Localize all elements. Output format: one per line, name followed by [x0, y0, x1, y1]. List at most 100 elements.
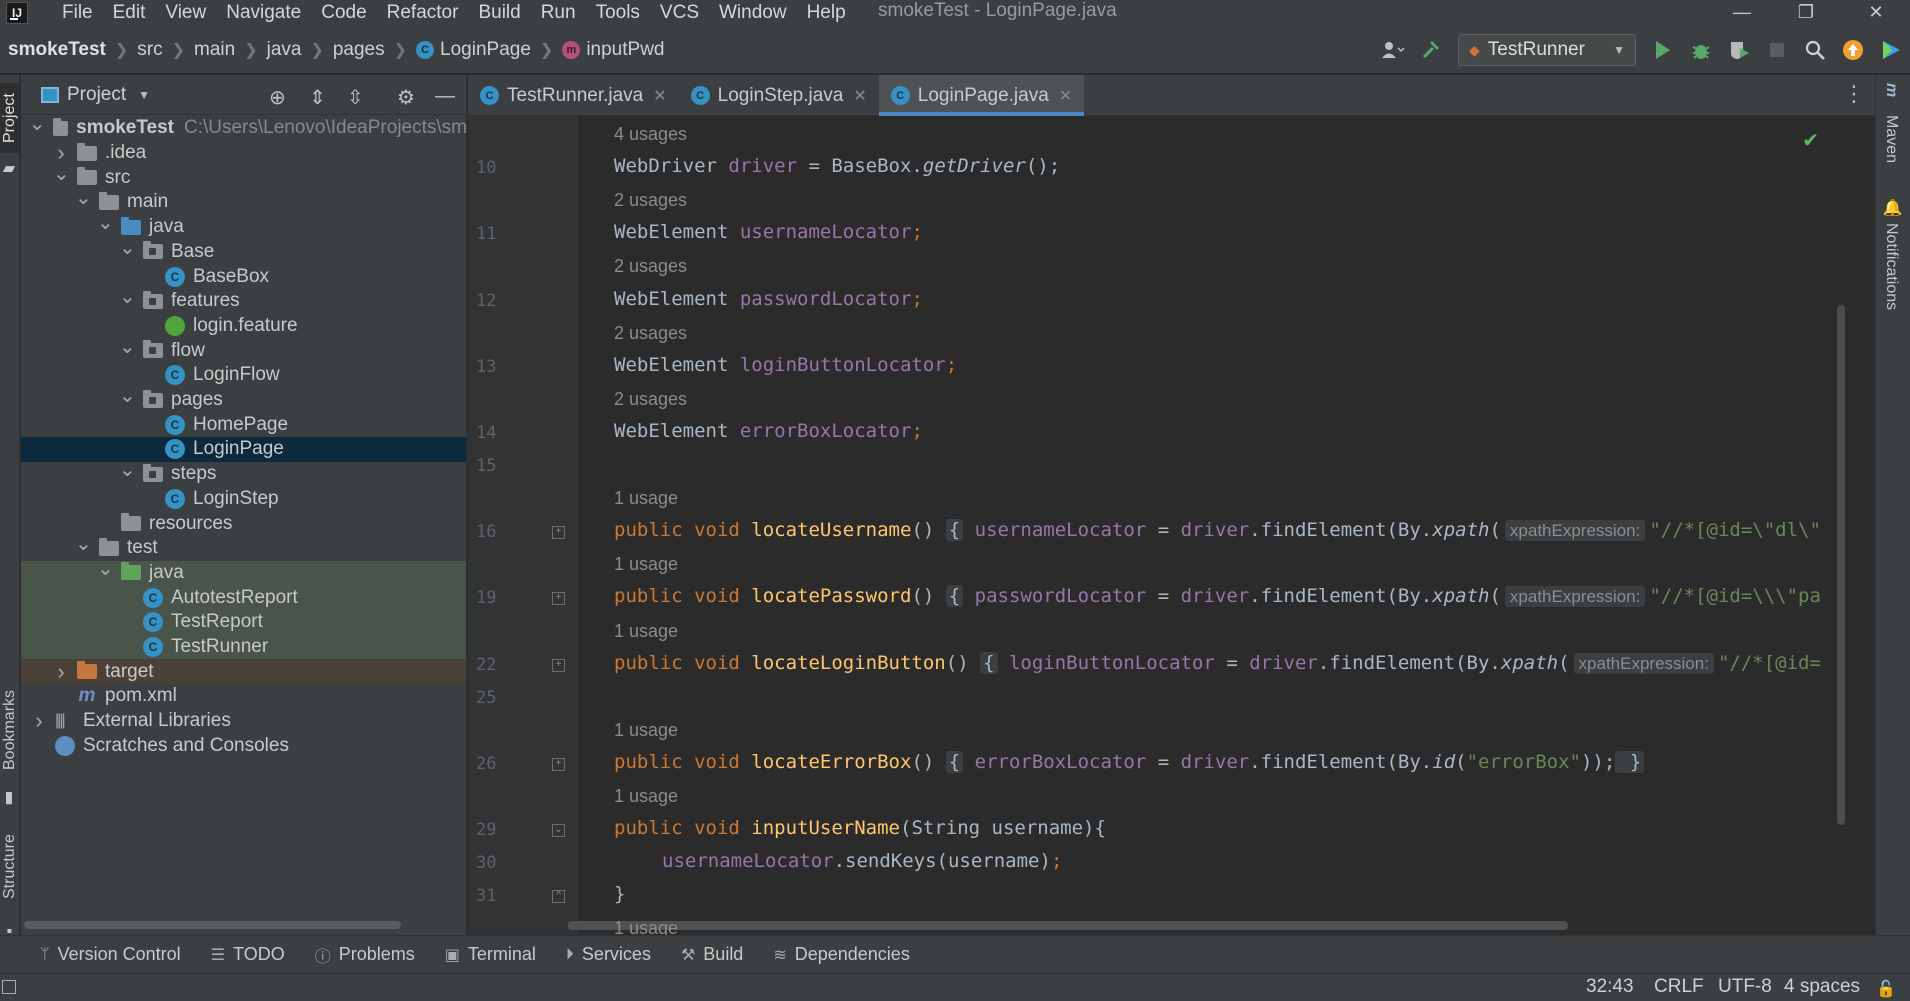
restore-button[interactable]: ❐ [1786, 0, 1826, 26]
search-icon[interactable] [1801, 36, 1829, 64]
hide-panel-icon[interactable]: — [435, 85, 455, 108]
bottom-tool-services[interactable]: ⏵ Services [566, 944, 651, 965]
tree-item-features[interactable]: ⌄ features [21, 287, 466, 314]
menu-window[interactable]: Window [719, 2, 787, 24]
debug-icon[interactable] [1687, 36, 1715, 64]
tree-item-smoketest[interactable]: ⌄ smokeTest C:\Users\Lenovo\IdeaProjects\s… [21, 114, 466, 141]
lock-icon[interactable]: 🔓 [1876, 979, 1896, 999]
no-problems-check-icon[interactable]: ✔ [1802, 128, 1819, 153]
fold-expand-icon[interactable]: + [552, 658, 565, 672]
toggle-tool-windows-icon[interactable] [2, 980, 16, 994]
bottom-tool-version-control[interactable]: ᛘ Version Control [40, 944, 181, 965]
tree-item-loginstep[interactable]: C LoginStep [21, 487, 466, 512]
breadcrumb-item[interactable]: src [137, 39, 162, 61]
collapse-all-icon[interactable]: ⇳ [347, 85, 364, 110]
update-icon[interactable] [1839, 36, 1867, 64]
menu-run[interactable]: Run [541, 2, 576, 24]
menu-help[interactable]: Help [807, 2, 846, 24]
bottom-tool-terminal[interactable]: ▣ Terminal [445, 944, 536, 965]
code-line[interactable]: WebElement loginButtonLocator; [614, 354, 957, 376]
code-line[interactable]: WebElement errorBoxLocator; [614, 420, 923, 442]
breadcrumb-item[interactable]: smokeTest [8, 39, 106, 61]
menu-file[interactable]: File [62, 2, 93, 24]
run-configuration-select[interactable]: ◆ TestRunner ▼ [1458, 34, 1636, 66]
fold-expand-icon[interactable]: + [552, 592, 565, 606]
close-tab-icon[interactable]: ✕ [853, 86, 866, 106]
code-line[interactable]: public void locateUsername() { usernameL… [614, 519, 1821, 542]
locate-file-icon[interactable]: ⊕ [269, 85, 286, 110]
menu-code[interactable]: Code [321, 2, 366, 24]
file-encoding[interactable]: UTF-8 [1718, 976, 1772, 998]
tree-item-pages[interactable]: ⌄ pages [21, 386, 466, 413]
chevron-down-icon[interactable]: ⌄ [97, 213, 114, 233]
jetbrains-ai-icon[interactable] [1877, 36, 1905, 64]
code-line[interactable]: public void locateErrorBox() { errorBoxL… [614, 750, 1645, 773]
usage-hint[interactable]: 1 usage [614, 621, 678, 642]
tree-item-target[interactable]: › target [21, 659, 466, 685]
tree-item-testrunner[interactable]: C TestRunner [21, 634, 466, 660]
project-panel-title[interactable]: Project [67, 84, 126, 106]
chevron-down-icon[interactable]: ▼ [138, 88, 150, 102]
tree-item-loginflow[interactable]: C LoginFlow [21, 363, 466, 388]
tree-item-external-libraries[interactable]: › |||| External Libraries [21, 708, 466, 734]
run-icon[interactable] [1649, 36, 1677, 64]
chevron-down-icon[interactable]: ⌄ [119, 386, 136, 406]
menu-view[interactable]: View [165, 2, 206, 24]
usage-hint[interactable]: 2 usages [614, 389, 687, 410]
code-line[interactable]: usernameLocator.sendKeys(username); [662, 850, 1062, 872]
breadcrumb-item[interactable]: java [267, 39, 302, 61]
menu-navigate[interactable]: Navigate [226, 2, 301, 24]
tree-item-loginpage[interactable]: C LoginPage [21, 437, 466, 462]
editor-tab-loginpage-java[interactable]: C LoginPage.java ✕ [878, 75, 1085, 116]
tool-tab-structure[interactable]: Structure [0, 813, 20, 921]
tree-item-test[interactable]: ⌄ test [21, 534, 466, 561]
usage-hint[interactable]: 2 usages [614, 323, 687, 344]
user-account-icon[interactable] [1379, 36, 1407, 64]
tree-item-java[interactable]: ⌄ java [21, 559, 466, 586]
tree-item-java[interactable]: ⌄ java [21, 213, 466, 240]
close-tab-icon[interactable]: ✕ [653, 86, 666, 106]
tree-item-basebox[interactable]: C BaseBox [21, 264, 466, 289]
tree-item-pom-xml[interactable]: m pom.xml [21, 684, 466, 709]
usage-hint[interactable]: 1 usage [614, 554, 678, 575]
close-tab-icon[interactable]: ✕ [1059, 86, 1072, 106]
menu-vcs[interactable]: VCS [660, 2, 699, 24]
bottom-tool-problems[interactable]: ⓘ Problems [315, 943, 415, 967]
tool-tab-notifications[interactable]: Notifications [1882, 223, 1900, 310]
code-line[interactable]: public void locatePassword() { passwordL… [614, 585, 1821, 608]
gear-icon[interactable]: ⚙ [397, 85, 415, 110]
editor-vertical-scrollbar[interactable] [1837, 305, 1845, 825]
code-line[interactable]: WebElement usernameLocator; [614, 221, 923, 243]
tree-item-resources[interactable]: resources [21, 511, 466, 536]
indent-setting[interactable]: 4 spaces [1784, 976, 1860, 998]
chevron-down-icon[interactable]: ⌄ [53, 164, 70, 184]
tree-item-flow[interactable]: ⌄ flow [21, 337, 466, 363]
chevron-right-icon[interactable]: › [53, 659, 69, 685]
chevron-down-icon[interactable]: ⌄ [29, 114, 46, 134]
tree-item-testreport[interactable]: C TestReport [21, 610, 466, 635]
chevron-down-icon[interactable]: ⌄ [75, 188, 92, 208]
tree-item-autotestreport[interactable]: C AutotestReport [21, 585, 466, 610]
menu-build[interactable]: Build [478, 2, 520, 24]
code-line[interactable]: WebDriver driver = BaseBox.getDriver(); [614, 155, 1060, 177]
chevron-down-icon[interactable]: ⌄ [119, 238, 136, 258]
usage-hint[interactable]: 4 usages [614, 124, 687, 145]
breadcrumb-item[interactable]: main [194, 39, 235, 61]
build-hammer-icon[interactable] [1417, 36, 1445, 64]
tree-horizontal-scrollbar[interactable] [24, 921, 401, 929]
code-line[interactable]: public void locateLoginButton() { loginB… [614, 651, 1821, 674]
fold-expand-icon[interactable]: + [552, 757, 565, 771]
tree-item-homepage[interactable]: C HomePage [21, 412, 466, 437]
tree-item-src[interactable]: ⌄ src [21, 164, 466, 190]
chevron-down-icon[interactable]: ⌄ [119, 287, 136, 307]
menu-refactor[interactable]: Refactor [387, 2, 459, 24]
tree-item-login-feature[interactable]: login.feature [21, 314, 466, 339]
coverage-icon[interactable] [1725, 36, 1753, 64]
tree-item-scratches-and-consoles[interactable]: Scratches and Consoles [21, 734, 466, 759]
usage-hint[interactable]: 2 usages [614, 190, 687, 211]
editor-tab-testrunner-java[interactable]: C TestRunner.java ✕ [468, 75, 679, 116]
menu-tools[interactable]: Tools [596, 2, 640, 24]
usage-hint[interactable]: 1 usage [614, 918, 678, 935]
tree-item-steps[interactable]: ⌄ steps [21, 460, 466, 487]
editor-tab-loginstep-java[interactable]: C LoginStep.java ✕ [679, 75, 879, 116]
